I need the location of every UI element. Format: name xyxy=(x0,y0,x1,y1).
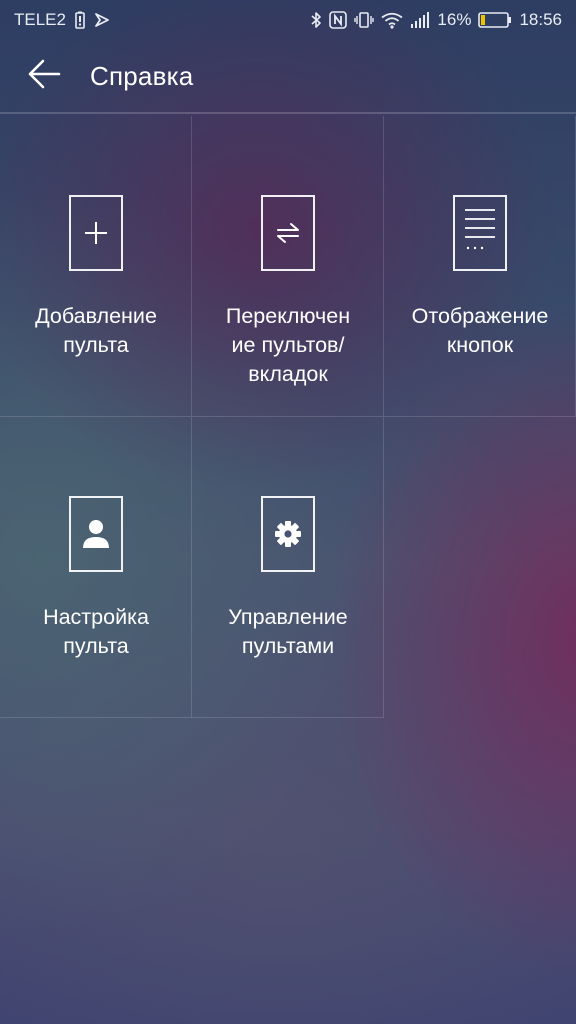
settings-remote-icon xyxy=(261,496,315,572)
signal-icon xyxy=(410,12,430,28)
tile-label: Управление пультами xyxy=(228,605,348,658)
app-header: Справка xyxy=(0,40,576,114)
status-bar: TELE2 16% 18:56 xyxy=(0,0,576,40)
person-remote-icon xyxy=(69,496,123,572)
tile-add-remote[interactable]: Добавление пульта xyxy=(0,116,192,417)
back-button[interactable] xyxy=(14,46,74,106)
button-list-icon xyxy=(453,195,507,271)
arrow-left-icon xyxy=(27,59,61,94)
nfc-icon xyxy=(329,11,348,29)
page-title: Справка xyxy=(90,60,194,91)
app-notification-icon xyxy=(94,12,110,28)
tile-label: Настройка пульта xyxy=(43,605,149,658)
tile-switch-remotes[interactable]: Переключен ие пультов/ вкладок xyxy=(192,116,384,417)
tile-label: Переключен ие пультов/ вкладок xyxy=(225,304,351,386)
tile-label: Добавление пульта xyxy=(35,304,157,357)
tile-remote-setup[interactable]: Настройка пульта xyxy=(0,417,192,718)
status-bar-left: TELE2 xyxy=(14,10,118,30)
tile-button-display[interactable]: Отображение кнопок xyxy=(384,116,576,417)
battery-saver-icon xyxy=(74,11,86,29)
battery-percent: 16% xyxy=(437,10,472,29)
tile-manage-remotes[interactable]: Управление пультами xyxy=(192,417,384,718)
battery-icon xyxy=(478,11,512,29)
vibrate-icon xyxy=(354,11,375,29)
bluetooth-icon xyxy=(310,11,322,29)
carrier-label: TELE2 xyxy=(14,10,66,29)
switch-remote-icon xyxy=(261,195,315,271)
wifi-icon xyxy=(381,12,403,29)
add-remote-icon xyxy=(69,195,123,271)
tile-label: Отображение кнопок xyxy=(411,304,549,357)
clock: 18:56 xyxy=(519,10,562,29)
status-bar-right: 16% 18:56 xyxy=(303,10,562,30)
